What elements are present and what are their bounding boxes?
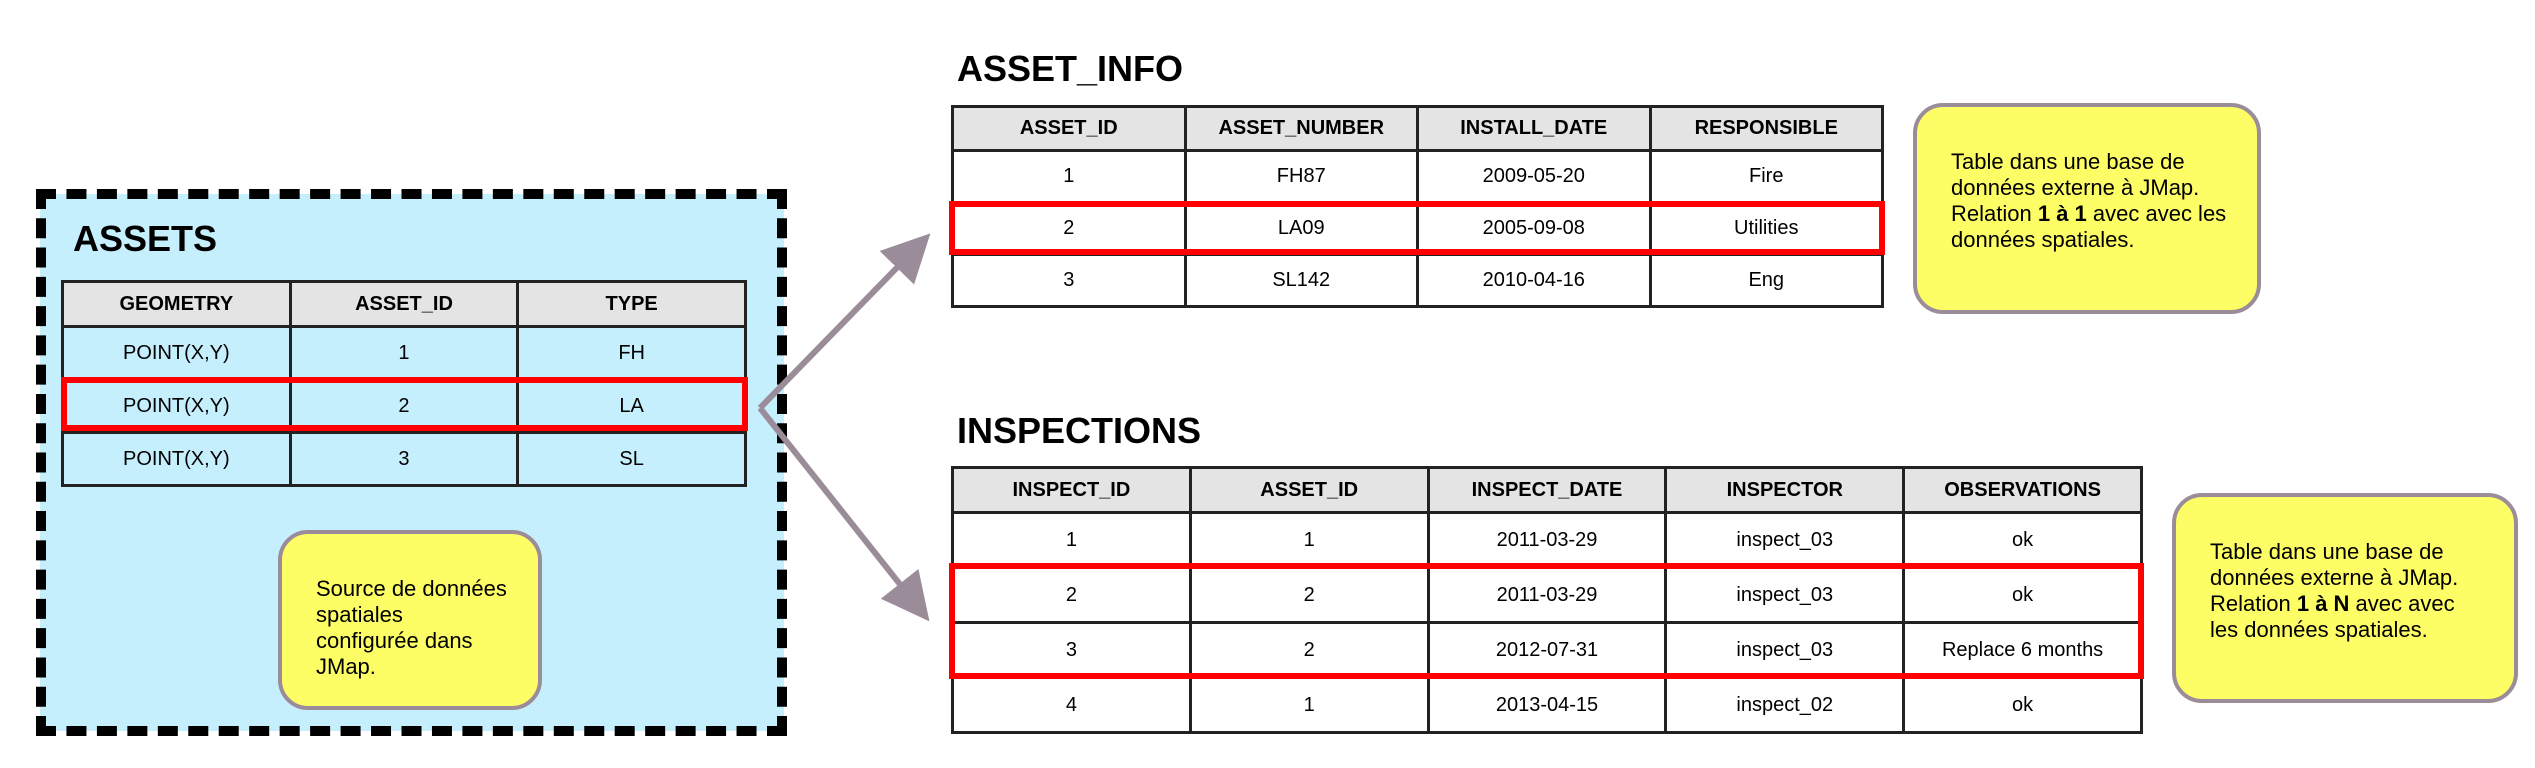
arrow-to-asset-info [757, 233, 931, 411]
relation-arrows [757, 233, 931, 622]
arrow-to-inspections [757, 406, 930, 622]
